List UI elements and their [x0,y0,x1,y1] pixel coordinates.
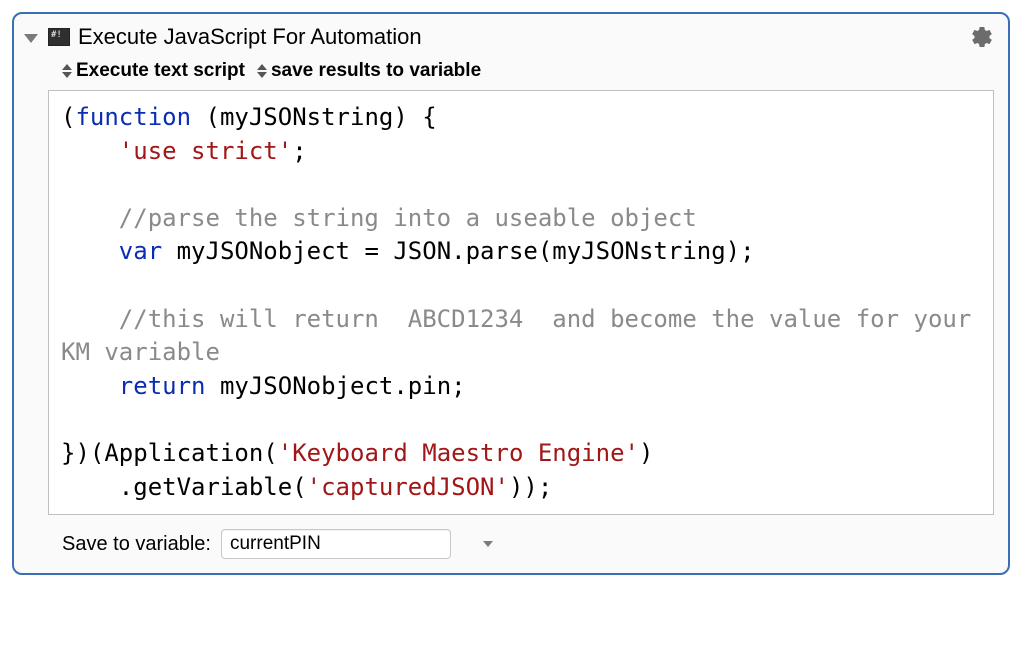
code-token: (myJSONstring) { [191,103,437,131]
save-variable-input[interactable] [222,531,483,557]
code-token: myJSONobject = JSON.parse(myJSONstring); [162,237,754,265]
code-token [61,473,119,501]
code-token: myJSONobject.pin; [206,372,466,400]
code-token: var [119,237,162,265]
script-mode-label: Execute text script [76,60,245,82]
code-token: 'use strict' [119,137,292,165]
chevron-down-icon[interactable] [483,541,493,547]
action-editor: #! Execute JavaScript For Automation Exe… [12,12,1010,575]
code-token: //parse the string into a useable object [119,204,697,232]
code-token: })(Application( [61,439,278,467]
save-variable-row: Save to variable: [14,525,1008,573]
output-mode-popup[interactable]: save results to variable [257,60,481,82]
disclosure-triangle-icon[interactable] [24,34,38,43]
script-icon: #! [48,28,70,46]
code-token: 'capturedJSON' [307,473,509,501]
script-mode-popup[interactable]: Execute text script [62,60,245,82]
action-title: Execute JavaScript For Automation [78,24,970,50]
code-token: ; [292,137,306,165]
code-token [61,305,119,333]
code-token: )); [509,473,552,501]
action-header: #! Execute JavaScript For Automation [14,14,1008,56]
script-text-area[interactable]: (function (myJSONstring) { 'use strict';… [48,90,994,515]
code-token: //this will return ABCD1234 and become t… [61,305,986,367]
code-token: ) [639,439,653,467]
code-token: .getVariable( [119,473,307,501]
code-token [61,237,119,265]
gear-icon[interactable] [970,25,994,49]
action-options: Execute text script save results to vari… [14,56,1008,90]
code-token: 'Keyboard Maestro Engine' [278,439,639,467]
code-token: function [75,103,191,131]
code-token: ( [61,103,75,131]
code-token [61,137,119,165]
save-variable-combo[interactable] [221,529,451,559]
save-variable-label: Save to variable: [62,533,211,556]
stepper-icon [62,64,72,78]
code-token [61,372,119,400]
code-token [61,204,119,232]
output-mode-label: save results to variable [271,60,481,82]
stepper-icon [257,64,267,78]
code-token: return [119,372,206,400]
